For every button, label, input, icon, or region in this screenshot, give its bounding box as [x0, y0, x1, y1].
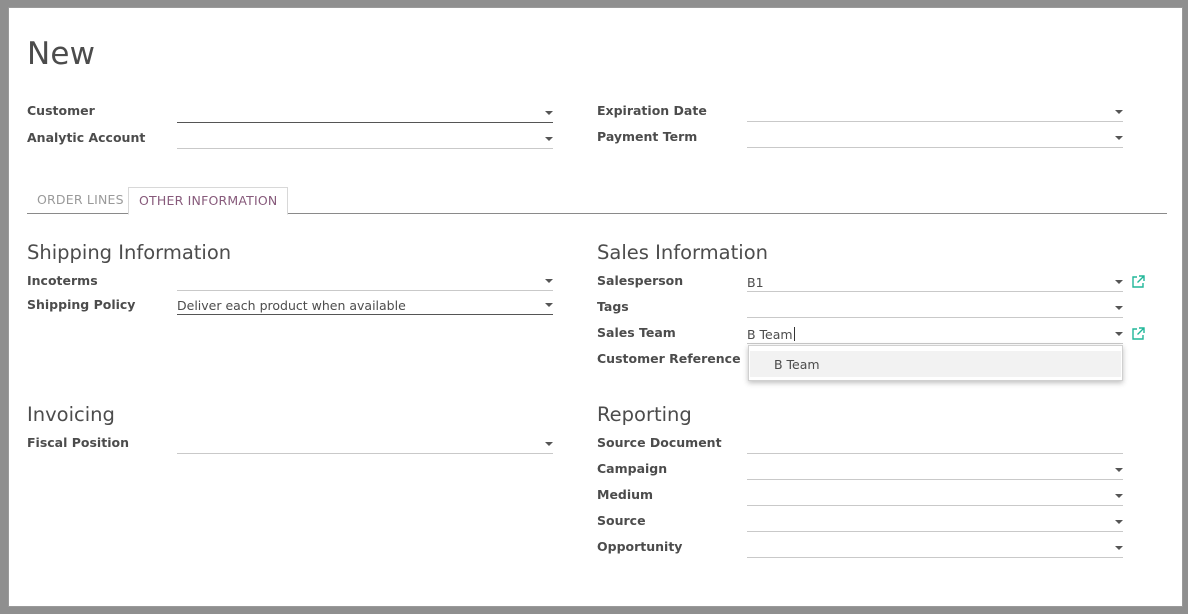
- form-sheet: New Customer Analytic Account Expiration…: [8, 7, 1183, 607]
- caret-down-icon[interactable]: [1115, 468, 1123, 472]
- autocomplete-option[interactable]: B Team: [750, 351, 1121, 377]
- payment-term-field[interactable]: [747, 128, 1123, 148]
- source-document-field[interactable]: [747, 434, 1123, 454]
- caret-down-icon[interactable]: [1115, 306, 1123, 310]
- text-cursor: [793, 327, 795, 341]
- caret-down-icon[interactable]: [1115, 136, 1123, 140]
- notebook-tabs: ORDER LINES OTHER INFORMATION: [27, 187, 1167, 215]
- campaign-label: Campaign: [597, 461, 668, 476]
- expiration-date-label: Expiration Date: [597, 103, 707, 118]
- tags-field[interactable]: [747, 298, 1123, 318]
- sales-team-input[interactable]: B Team: [747, 324, 1123, 344]
- tags-label: Tags: [597, 299, 629, 314]
- sales-team-value: B Team: [747, 327, 795, 342]
- source-document-label: Source Document: [597, 435, 722, 450]
- payment-term-label: Payment Term: [597, 129, 698, 144]
- sales-information-heading: Sales Information: [597, 241, 768, 264]
- incoterms-field[interactable]: [177, 271, 553, 291]
- caret-down-icon[interactable]: [545, 111, 553, 115]
- incoterms-label: Incoterms: [27, 273, 98, 288]
- caret-down-icon[interactable]: [1115, 546, 1123, 550]
- campaign-field[interactable]: [747, 460, 1123, 480]
- caret-down-icon[interactable]: [545, 279, 553, 283]
- caret-down-icon[interactable]: [545, 303, 553, 307]
- customer-reference-label: Customer Reference: [597, 351, 741, 366]
- fiscal-position-field[interactable]: [177, 434, 553, 454]
- caret-down-icon[interactable]: [1115, 280, 1123, 284]
- shipping-policy-value: Deliver each product when available: [177, 298, 406, 313]
- caret-down-icon[interactable]: [1115, 332, 1123, 336]
- sales-team-autocomplete-dropdown: B Team: [748, 345, 1123, 381]
- salesperson-field[interactable]: B1: [747, 272, 1123, 292]
- shipping-policy-label: Shipping Policy: [27, 297, 136, 312]
- tab-other-information[interactable]: OTHER INFORMATION: [128, 187, 289, 215]
- page-title: New: [27, 36, 96, 72]
- medium-field[interactable]: [747, 486, 1123, 506]
- invoicing-heading: Invoicing: [27, 403, 115, 426]
- caret-down-icon[interactable]: [545, 442, 553, 446]
- tab-order-lines[interactable]: ORDER LINES: [27, 187, 134, 214]
- caret-down-icon[interactable]: [545, 137, 553, 141]
- source-label: Source: [597, 513, 646, 528]
- salesperson-label: Salesperson: [597, 273, 684, 288]
- source-field[interactable]: [747, 512, 1123, 532]
- opportunity-field[interactable]: [747, 538, 1123, 558]
- fiscal-position-label: Fiscal Position: [27, 435, 129, 450]
- analytic-account-label: Analytic Account: [27, 130, 146, 145]
- analytic-account-field[interactable]: [177, 129, 553, 149]
- caret-down-icon[interactable]: [1115, 110, 1123, 114]
- sales-team-text: B Team: [747, 327, 793, 342]
- reporting-heading: Reporting: [597, 403, 692, 426]
- external-link-icon[interactable]: [1131, 275, 1145, 289]
- customer-field[interactable]: [177, 103, 553, 123]
- salesperson-value: B1: [747, 275, 764, 290]
- external-link-icon[interactable]: [1131, 327, 1145, 341]
- shipping-policy-field[interactable]: Deliver each product when available: [177, 295, 553, 315]
- shipping-information-heading: Shipping Information: [27, 241, 232, 264]
- medium-label: Medium: [597, 487, 654, 502]
- caret-down-icon[interactable]: [1115, 494, 1123, 498]
- sales-team-label: Sales Team: [597, 325, 676, 340]
- customer-label: Customer: [27, 103, 95, 118]
- expiration-date-field[interactable]: [747, 102, 1123, 122]
- caret-down-icon[interactable]: [1115, 520, 1123, 524]
- opportunity-label: Opportunity: [597, 539, 683, 554]
